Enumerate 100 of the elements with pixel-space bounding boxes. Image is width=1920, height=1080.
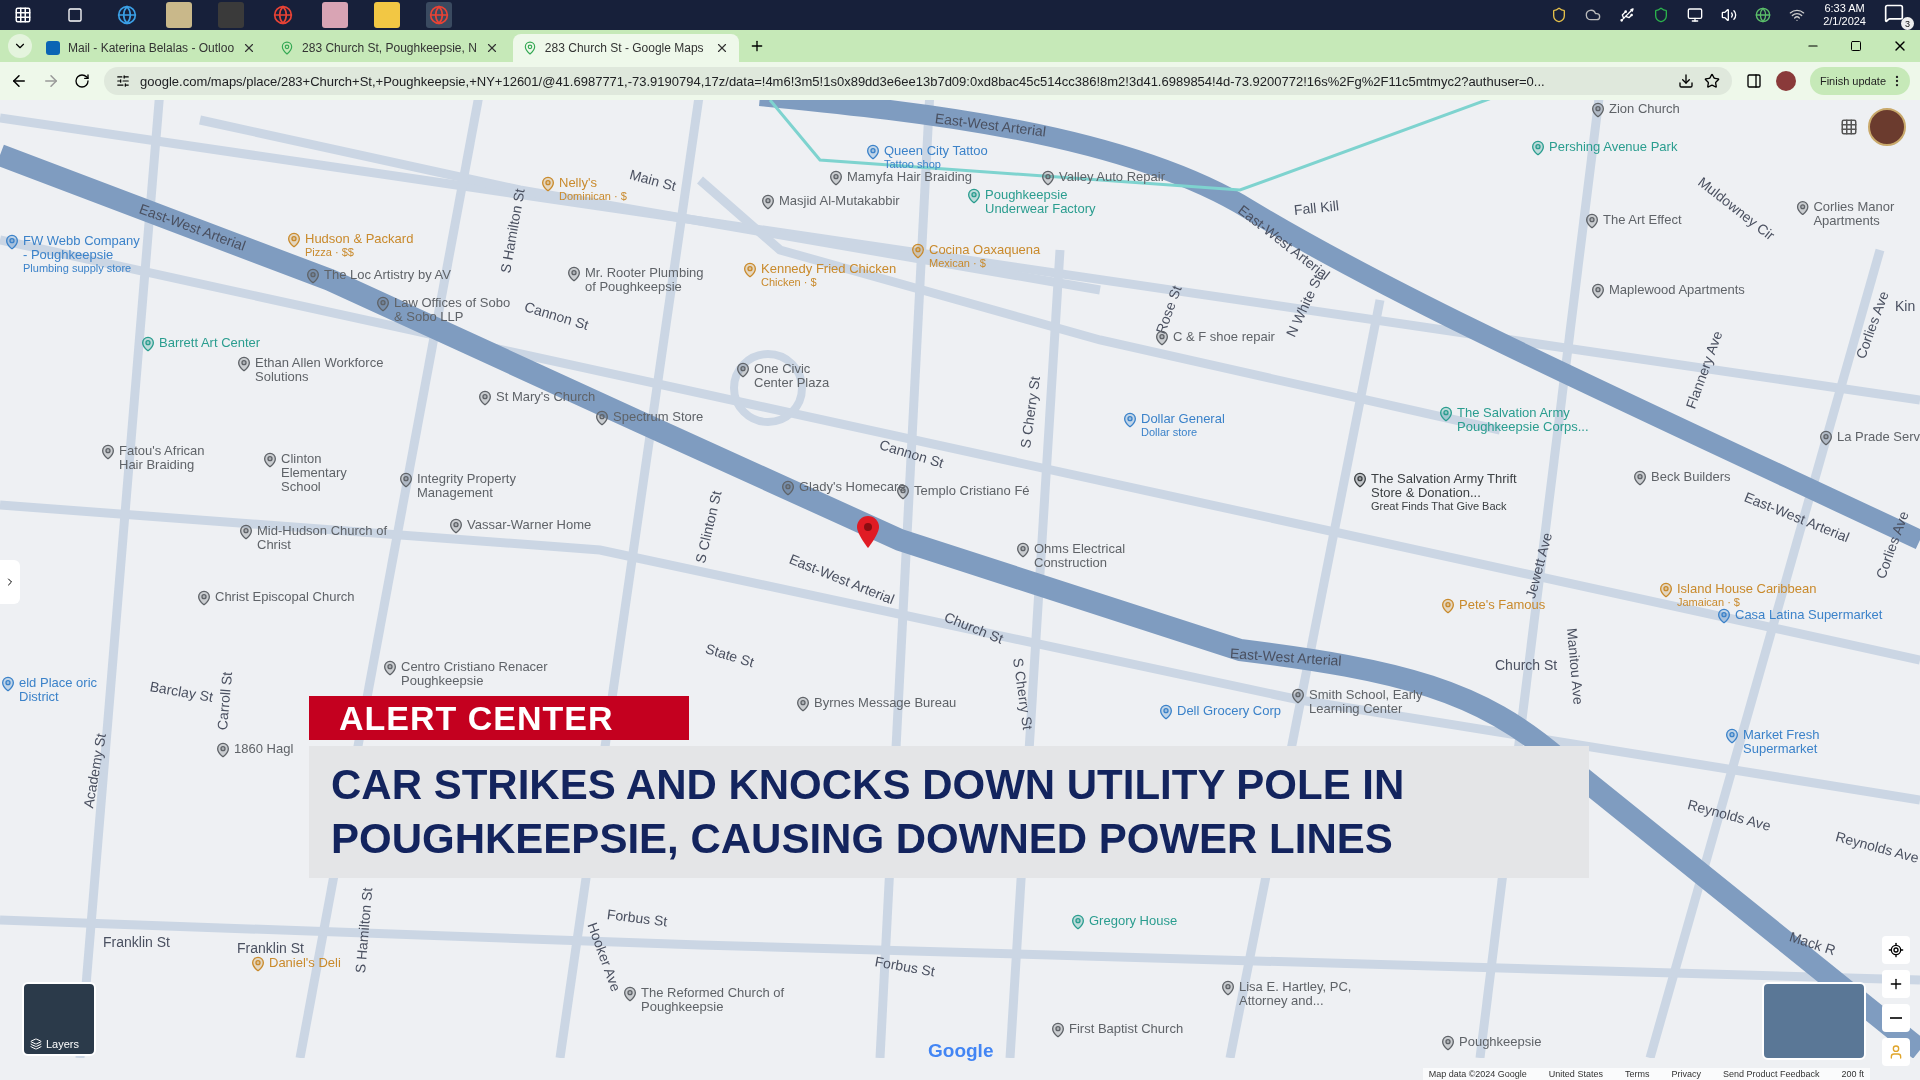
place-label[interactable]: Ohms Electrical Construction <box>1034 542 1155 570</box>
apps-grid-icon[interactable] <box>1840 118 1858 136</box>
place-label[interactable]: FW Webb Company - Poughkeepsie <box>23 234 144 262</box>
place-label[interactable]: Templo Cristiano Fé <box>914 484 1030 498</box>
place-label[interactable]: Maplewood Apartments <box>1609 283 1745 297</box>
notification-icon[interactable] <box>1884 3 1904 23</box>
usb-icon[interactable] <box>1619 7 1636 23</box>
map-pin-icon[interactable] <box>1290 688 1306 704</box>
map-pin-icon[interactable] <box>1220 980 1236 996</box>
zoom-in-button[interactable] <box>1882 970 1910 998</box>
map-footer-link[interactable]: Send Product Feedback <box>1722 1069 1820 1079</box>
map-footer-link[interactable]: United States <box>1548 1069 1603 1079</box>
place-label[interactable]: Ethan Allen Workforce Solutions <box>255 356 386 384</box>
map-pin-icon[interactable] <box>760 194 776 210</box>
forward-icon[interactable] <box>42 72 60 90</box>
place-label[interactable]: Clinton Elementary School <box>281 452 387 494</box>
map-pin-icon[interactable] <box>594 410 610 426</box>
place-label[interactable]: Gregory House <box>1089 914 1178 928</box>
browser-tab[interactable]: Mail - Katerina Belalas - Outloo <box>36 34 267 62</box>
place-label[interactable]: Poughkeepsie <box>1459 1035 1542 1049</box>
update-button[interactable]: Finish update <box>1809 67 1910 95</box>
map-pin-icon[interactable] <box>622 986 638 1002</box>
map-pin-icon[interactable] <box>828 170 844 186</box>
place-label[interactable]: Mr. Rooter Plumbing of Poughkeepsie <box>585 266 716 294</box>
volume-icon[interactable] <box>1721 7 1738 23</box>
place-label[interactable]: Market Fresh Supermarket <box>1743 728 1864 756</box>
shield-icon[interactable] <box>1551 7 1568 23</box>
place-label[interactable]: Vassar-Warner Home <box>467 518 592 532</box>
map-pin-icon[interactable] <box>236 356 252 372</box>
map-pin-icon[interactable] <box>795 696 811 712</box>
site-settings-icon[interactable] <box>116 74 130 88</box>
map-pin-icon[interactable] <box>1632 470 1648 486</box>
place-label[interactable]: Integrity Property Management <box>417 472 528 500</box>
map-pin-icon[interactable] <box>1795 200 1811 216</box>
place-label[interactable]: Mid-Hudson Church of Christ <box>257 524 388 552</box>
place-label[interactable]: First Baptist Church <box>1069 1022 1184 1036</box>
map-pin-icon[interactable] <box>215 742 231 758</box>
place-label[interactable]: The Art Effect <box>1603 213 1682 227</box>
map-pin-icon[interactable] <box>398 472 414 488</box>
place-label[interactable]: Byrnes Message Bureau <box>814 696 957 710</box>
place-label[interactable]: St Mary's Church <box>496 390 596 404</box>
map-pin-icon[interactable] <box>100 444 116 460</box>
restore-icon[interactable] <box>1850 40 1862 52</box>
reload-icon[interactable] <box>74 73 90 89</box>
map-pin-icon[interactable] <box>477 390 493 406</box>
place-label[interactable]: Poughkeepsie Underwear Factory <box>985 188 1106 216</box>
back-icon[interactable] <box>10 72 28 90</box>
cloud-icon[interactable] <box>1585 7 1602 23</box>
place-label[interactable]: La Prade Serv <box>1837 430 1920 444</box>
place-label[interactable]: The Loc Artistry by AV <box>324 268 451 282</box>
place-label[interactable]: Mamyfa Hair Braiding <box>847 170 972 184</box>
install-icon[interactable] <box>1677 73 1694 89</box>
my-location-button[interactable] <box>1882 936 1910 964</box>
map-pin-icon[interactable] <box>1040 170 1056 186</box>
place-label[interactable]: Casa Latina Supermarket <box>1735 608 1883 622</box>
place-label[interactable]: Dell Grocery Corp <box>1177 704 1282 718</box>
place-label[interactable]: Beck Builders <box>1651 470 1731 484</box>
map-footer-link[interactable]: Map data ©2024 Google <box>1428 1069 1527 1079</box>
place-label[interactable]: Zion Church <box>1609 102 1680 116</box>
place-label[interactable]: 1860 Hagl <box>234 742 294 756</box>
globe-icon[interactable] <box>1755 7 1772 23</box>
map-pin-icon[interactable] <box>1590 102 1606 118</box>
map-pin-icon[interactable] <box>735 362 751 378</box>
map-footer-link[interactable]: 200 ft <box>1841 1069 1864 1079</box>
map-pin-icon[interactable] <box>1818 430 1834 446</box>
profile-avatar[interactable] <box>1775 71 1796 91</box>
browser-tab[interactable]: 283 Church St, Poughkeepsie, N <box>270 34 509 62</box>
map-pin-icon[interactable] <box>238 524 254 540</box>
place-label[interactable]: Fatou's African Hair Braiding <box>119 444 230 472</box>
zoom-out-button[interactable] <box>1882 1004 1910 1032</box>
address-bar[interactable]: google.com/maps/place/283+Church+St,+Poughkeepsie,+NY+12601/@41.6987771,-73.9190794,17z/data=!4m6!3m5!1s0x89dd3e6ee13b7d09:0xd8bac45c514cc386!8m2!3d41.6989854!4d-73.9200772!16s%2Fg%2F11c5mtmyc2?authuser=0... <box>104 67 1732 95</box>
map-pin-icon[interactable] <box>1050 1022 1066 1038</box>
map-pin-icon[interactable] <box>1352 472 1368 488</box>
place-label[interactable]: The Reformed Church of Poughkeepsie <box>641 986 792 1014</box>
map-pin-icon[interactable] <box>262 452 278 468</box>
place-label[interactable]: Centro Cristiano Renacer Poughkeepsie <box>401 660 582 688</box>
shield-icon[interactable] <box>1653 7 1670 23</box>
map-pin-icon[interactable] <box>448 518 464 534</box>
wifi-icon[interactable] <box>1789 7 1806 23</box>
browser-tab[interactable]: 283 Church St - Google Maps <box>512 34 739 62</box>
map-pin-icon[interactable] <box>1584 213 1600 229</box>
place-label[interactable]: Lisa E. Hartley, PC, Attorney and... <box>1239 980 1400 1008</box>
bookmark-star-icon[interactable] <box>1703 73 1720 89</box>
place-label[interactable]: Corlies Manor Apartments <box>1813 200 1920 228</box>
profile-avatar[interactable] <box>1868 108 1906 146</box>
place-label[interactable]: C & F shoe repair <box>1173 330 1275 344</box>
map-footer-link[interactable]: Privacy <box>1671 1069 1701 1079</box>
place-label[interactable]: Barrett Art Center <box>159 336 261 350</box>
place-label[interactable]: Masjid Al-Mutakabbir <box>779 194 900 208</box>
map-pin-icon[interactable] <box>566 266 582 282</box>
place-label[interactable]: Dollar General <box>1141 412 1225 426</box>
place-label[interactable]: eld Place oric District <box>19 676 120 704</box>
tab-list-button[interactable] <box>8 34 32 58</box>
map-pin-icon[interactable] <box>196 590 212 606</box>
map-pin-icon[interactable] <box>1015 542 1031 558</box>
place-label[interactable]: The Salvation Army Poughkeepsie Corps... <box>1457 406 1598 434</box>
map-pin-icon[interactable] <box>382 660 398 676</box>
layers-button[interactable]: Layers <box>22 982 96 1056</box>
place-label[interactable]: Pershing Avenue Park <box>1549 140 1678 154</box>
map-pin-icon[interactable] <box>1440 1035 1456 1051</box>
